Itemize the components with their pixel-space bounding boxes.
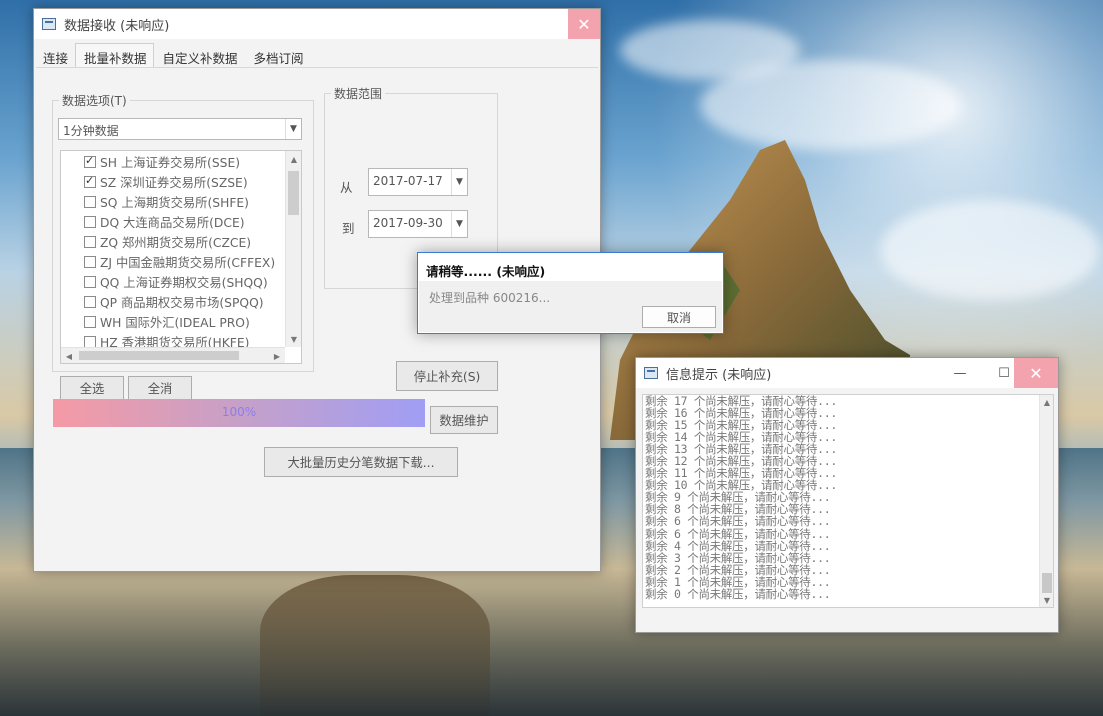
- select-none-button[interactable]: 全消: [128, 376, 192, 400]
- close-button[interactable]: ✕: [1014, 358, 1058, 388]
- bulk-tick-download-button[interactable]: 大批量历史分笔数据下载...: [264, 447, 458, 477]
- list-item[interactable]: QQ 上海证券期权交易(SHQQ): [61, 272, 301, 292]
- minimize-icon[interactable]: —: [938, 358, 982, 388]
- chevron-down-icon[interactable]: ▼: [285, 119, 301, 139]
- checkbox[interactable]: [84, 276, 96, 288]
- checkbox[interactable]: [84, 316, 96, 328]
- desktop-cloud: [880, 200, 1100, 300]
- list-item[interactable]: SZ 深圳证券交易所(SZSE): [61, 172, 301, 192]
- tab-bar: 连接 批量补数据 自定义补数据 多档订阅: [34, 43, 311, 67]
- title-bar[interactable]: 信息提示 (未响应) — ☐ ✕: [636, 358, 1058, 388]
- list-item[interactable]: SQ 上海期货交易所(SHFE): [61, 192, 301, 212]
- horizontal-scrollbar[interactable]: ◀ ▶: [61, 347, 285, 363]
- tab-connect[interactable]: 连接: [34, 43, 75, 67]
- log-line: 剩余 0 个尚未解压，请耐心等待...: [645, 586, 831, 601]
- log-line: 剩余 1 个尚未解压，请耐心等待...: [645, 574, 831, 589]
- progress-bar: 100%: [53, 399, 425, 427]
- market-label: SQ 上海期货交易所(SHFE): [100, 196, 249, 210]
- dialog-title: 请稍等...... (未响应): [426, 264, 546, 279]
- please-wait-dialog[interactable]: 请稍等...... (未响应) 处理到品种 600216... 取消: [417, 252, 724, 334]
- checkbox[interactable]: [84, 196, 96, 208]
- market-label: QQ 上海证券期权交易(SHQQ): [100, 276, 268, 290]
- log-line: 剩余 6 个尚未解压，请耐心等待...: [645, 526, 831, 541]
- list-item[interactable]: ZJ 中国金融期货交易所(CFFEX): [61, 252, 301, 272]
- stop-fill-button[interactable]: 停止补充(S): [396, 361, 498, 391]
- data-type-select[interactable]: 1分钟数据 ▼: [58, 118, 302, 140]
- list-item[interactable]: ZQ 郑州期货交易所(CZCE): [61, 232, 301, 252]
- market-label: QP 商品期权交易市场(SPQQ): [100, 296, 264, 310]
- list-item[interactable]: QP 商品期权交易市场(SPQQ): [61, 292, 301, 312]
- progress-text: 100%: [221, 405, 257, 419]
- market-label: WH 国际外汇(IDEAL PRO): [100, 316, 250, 330]
- scroll-thumb[interactable]: [288, 171, 299, 215]
- market-label: DQ 大连商品交易所(DCE): [100, 216, 245, 230]
- window-title: 数据接收 (未响应): [64, 18, 170, 34]
- processing-message: 处理到品种 600216...: [429, 291, 551, 305]
- log-line: 剩余 3 个尚未解压，请耐心等待...: [645, 550, 831, 565]
- scroll-thumb[interactable]: [1042, 573, 1052, 593]
- log-textarea[interactable]: 剩余 17 个尚未解压，请耐心等待... 剩余 16 个尚未解压，请耐心等待..…: [642, 394, 1054, 608]
- checkbox[interactable]: [84, 154, 96, 168]
- scroll-thumb[interactable]: [79, 351, 239, 360]
- info-window[interactable]: 信息提示 (未响应) — ☐ ✕ 剩余 17 个尚未解压，请耐心等待... 剩余…: [635, 357, 1059, 633]
- market-label: ZQ 郑州期货交易所(CZCE): [100, 236, 252, 250]
- scroll-up-icon[interactable]: ▲: [1040, 395, 1053, 409]
- tab-multi-level-subscribe[interactable]: 多档订阅: [245, 43, 311, 67]
- checkbox[interactable]: [84, 296, 96, 308]
- tab-custom-fill[interactable]: 自定义补数据: [154, 43, 245, 67]
- list-item[interactable]: DQ 大连商品交易所(DCE): [61, 212, 301, 232]
- data-options-label: 数据选项(T): [59, 92, 130, 109]
- from-label: 从: [340, 180, 353, 195]
- app-window-icon: [644, 367, 658, 379]
- log-line: 剩余 4 个尚未解压，请耐心等待...: [645, 538, 831, 553]
- chevron-down-icon[interactable]: ▼: [451, 169, 467, 195]
- title-bar[interactable]: 数据接收 (未响应) ✕: [34, 9, 600, 39]
- to-date-value: 2017-09-30: [373, 216, 443, 230]
- window-title: 信息提示 (未响应): [666, 367, 772, 383]
- from-date-value: 2017-07-17: [373, 174, 443, 188]
- market-label: ZJ 中国金融期货交易所(CFFEX): [100, 256, 276, 270]
- dialog-body: 处理到品种 600216... 取消: [419, 281, 722, 332]
- market-listbox[interactable]: SH 上海证券交易所(SSE) SZ 深圳证券交易所(SZSE) SQ 上海期货…: [60, 150, 302, 364]
- scroll-left-icon[interactable]: ◀: [61, 348, 77, 363]
- log-line: 剩余 6 个尚未解压，请耐心等待...: [645, 514, 831, 529]
- chevron-down-icon[interactable]: ▼: [451, 211, 467, 237]
- log-line: 剩余 2 个尚未解压，请耐心等待...: [645, 562, 831, 577]
- window-controls: — ☐: [938, 358, 1026, 388]
- to-label: 到: [342, 221, 355, 236]
- checkbox[interactable]: [84, 216, 96, 228]
- select-all-button[interactable]: 全选: [60, 376, 124, 400]
- scroll-up-icon[interactable]: ▲: [286, 151, 301, 167]
- app-window-icon: [42, 18, 56, 30]
- data-type-value: 1分钟数据: [63, 124, 119, 138]
- checkbox[interactable]: [84, 256, 96, 268]
- tab-batch-fill[interactable]: 批量补数据: [75, 43, 154, 67]
- checkbox[interactable]: [84, 236, 96, 248]
- desktop-cloud: [620, 20, 800, 80]
- checkbox[interactable]: [84, 174, 96, 188]
- cancel-button[interactable]: 取消: [642, 306, 716, 328]
- list-item[interactable]: WH 国际外汇(IDEAL PRO): [61, 312, 301, 332]
- scroll-down-icon[interactable]: ▼: [286, 331, 301, 347]
- to-date-picker[interactable]: 2017-09-30 ▼: [368, 210, 468, 238]
- from-date-picker[interactable]: 2017-07-17 ▼: [368, 168, 468, 196]
- vertical-scrollbar[interactable]: ▲ ▼: [1039, 395, 1053, 607]
- list-item[interactable]: SH 上海证券交易所(SSE): [61, 152, 301, 172]
- desktop-reflection: [260, 575, 490, 716]
- market-label: SZ 深圳证券交易所(SZSE): [100, 176, 248, 190]
- vertical-scrollbar[interactable]: ▲ ▼: [285, 151, 301, 347]
- data-maintenance-button[interactable]: 数据维护: [430, 406, 498, 434]
- data-range-label: 数据范围: [331, 85, 386, 102]
- market-label: SH 上海证券交易所(SSE): [100, 156, 241, 170]
- scroll-right-icon[interactable]: ▶: [269, 348, 285, 363]
- scroll-down-icon[interactable]: ▼: [1040, 593, 1053, 607]
- close-button[interactable]: ✕: [568, 9, 600, 39]
